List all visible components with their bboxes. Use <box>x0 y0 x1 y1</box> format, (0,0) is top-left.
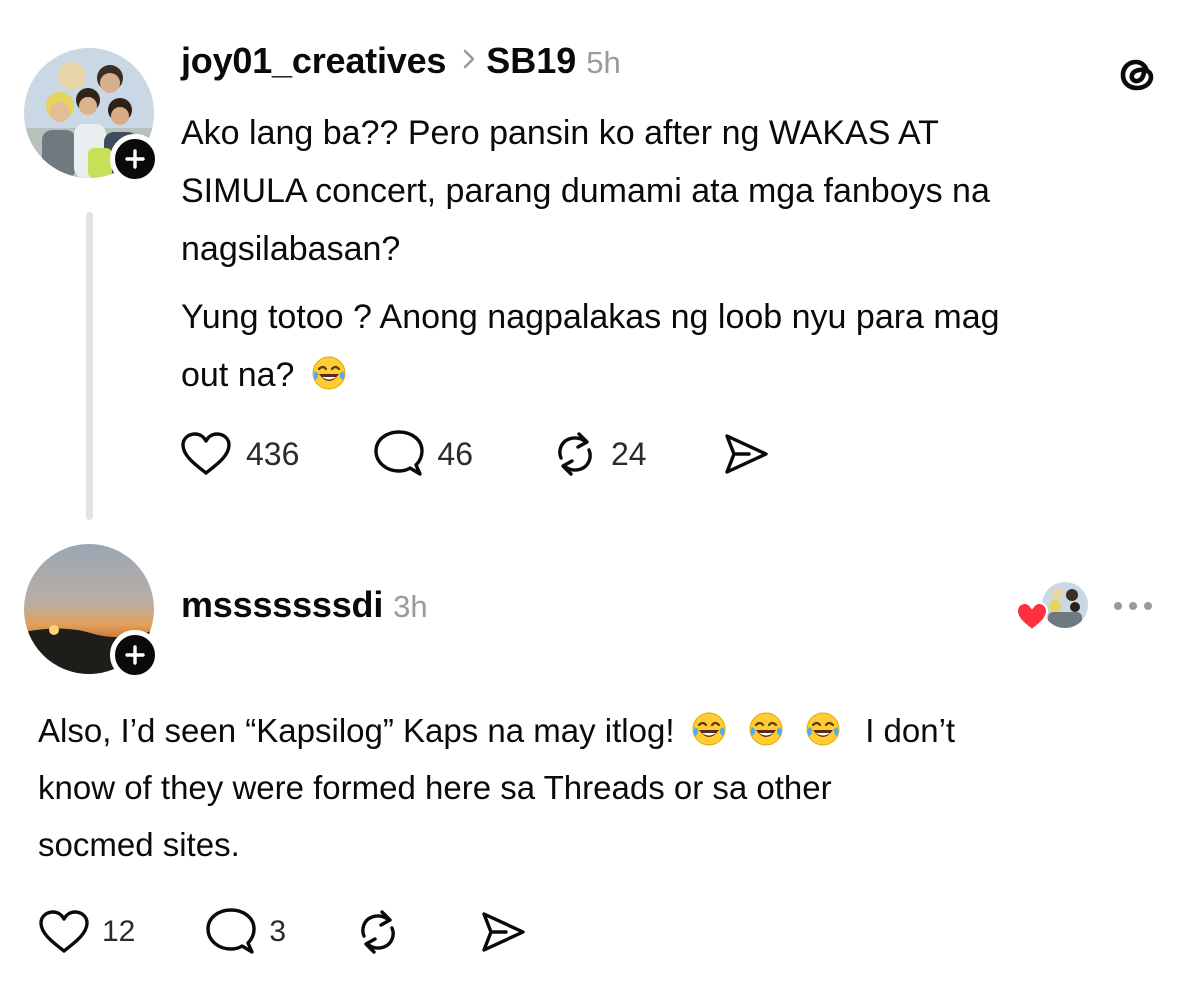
author-liked-indicator <box>1016 582 1088 634</box>
thread-line <box>86 212 93 520</box>
reply-line: socmed sites. <box>38 826 240 863</box>
comment-count: 46 <box>437 435 473 472</box>
username[interactable]: joy01_creatives <box>181 40 446 82</box>
reply-time: 3h <box>393 589 428 624</box>
follow-plus-icon <box>125 149 145 169</box>
comment-count: 3 <box>269 915 287 948</box>
heart-icon <box>1016 602 1048 632</box>
like-button[interactable]: 436 <box>180 431 299 477</box>
post-body: Ako lang ba?? Pero pansin ko after ng WA… <box>181 104 1000 404</box>
share-icon <box>482 912 525 952</box>
post-line: Yung totoo ? Anong nagpalakas ng loob ny… <box>181 298 1000 336</box>
reply-body: Also, I’d seen “Kapsilog” Kaps na may it… <box>38 702 955 873</box>
reply-line: know of they were formed here sa Threads… <box>38 769 832 806</box>
laughing-tears-emoji-icon <box>747 708 785 746</box>
repost-icon <box>361 910 395 954</box>
threads-logo-icon[interactable] <box>1114 50 1162 103</box>
comment-icon <box>374 430 425 476</box>
follow-button[interactable] <box>110 134 160 184</box>
reply-actions: 12 3 <box>38 906 528 958</box>
repost-button[interactable]: 24 <box>549 428 647 480</box>
post-line: Ako lang ba?? Pero pansin ko after ng WA… <box>181 114 939 152</box>
like-count: 12 <box>102 915 136 948</box>
username[interactable]: msssssssdi <box>181 584 383 626</box>
comment-icon <box>206 908 257 954</box>
post-line: out na? <box>181 356 295 394</box>
more-icon[interactable] <box>1114 602 1152 610</box>
community-link[interactable]: SB19 <box>486 40 576 82</box>
like-button[interactable]: 12 <box>38 909 135 955</box>
repost-button[interactable] <box>352 906 404 958</box>
reply-line: Also, I’d seen “Kapsilog” Kaps na may it… <box>38 712 675 749</box>
share-button[interactable] <box>719 430 771 478</box>
laughing-tears-emoji-icon <box>804 708 842 746</box>
post-line: SIMULA concert, parang dumami ata mga fa… <box>181 172 990 210</box>
post-line: nagsilabasan? <box>181 230 401 268</box>
reply-header: msssssssdi 3h <box>181 584 428 626</box>
heart-icon <box>181 432 231 475</box>
post-header: joy01_creatives SB19 5h <box>181 40 621 82</box>
post-time: 5h <box>586 45 621 80</box>
like-count: 436 <box>246 435 300 472</box>
comment-button[interactable]: 46 <box>373 429 473 479</box>
share-button[interactable] <box>476 908 528 956</box>
heart-icon <box>39 910 89 953</box>
post-paragraph-1: Ako lang ba?? Pero pansin ko after ng WA… <box>181 104 1000 278</box>
post-paragraph-2: Yung totoo ? Anong nagpalakas ng loob ny… <box>181 288 1000 404</box>
laughing-tears-emoji-icon <box>310 352 348 390</box>
repost-icon <box>558 432 592 476</box>
follow-plus-icon <box>125 645 145 665</box>
repost-count: 24 <box>610 435 647 472</box>
avatar <box>1042 582 1088 628</box>
post-actions: 436 46 24 <box>180 428 771 480</box>
reply-line: I don’t <box>865 712 956 749</box>
laughing-tears-emoji-icon <box>690 708 728 746</box>
chevron-right-icon <box>462 48 476 75</box>
share-icon <box>724 434 768 474</box>
comment-button[interactable]: 3 <box>205 907 286 957</box>
follow-button[interactable] <box>110 630 160 680</box>
